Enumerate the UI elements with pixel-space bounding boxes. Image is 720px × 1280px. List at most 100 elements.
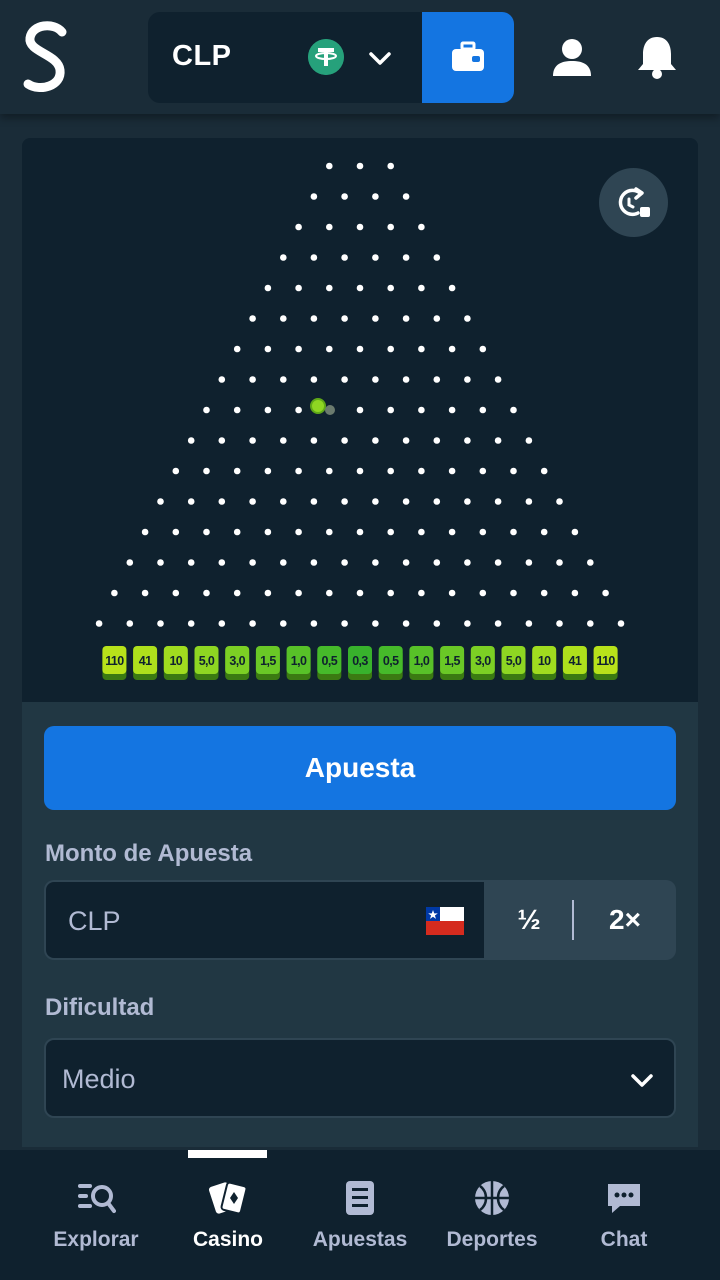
nav-item-apuestas[interactable]: Apuestas xyxy=(294,1150,426,1280)
plinko-peg xyxy=(494,437,502,444)
plinko-peg xyxy=(372,559,379,566)
multiplier-label: 5,0 xyxy=(199,654,215,668)
multiplier-bucket: 1,5 xyxy=(255,646,280,680)
multiplier-bucket: 5,0 xyxy=(501,646,526,680)
plinko-peg xyxy=(372,437,379,444)
plinko-peg xyxy=(310,620,318,627)
difficulty-value: Medio xyxy=(62,1064,136,1094)
multiplier-bucket: 10 xyxy=(532,646,557,680)
plinko-peg xyxy=(464,376,471,383)
multiplier-bucket: 0,5 xyxy=(378,646,403,680)
multiplier-label: 0,3 xyxy=(352,654,368,668)
plinko-peg xyxy=(418,589,425,597)
plinko-peg xyxy=(326,589,333,597)
stake-logo-icon[interactable] xyxy=(18,18,74,98)
plinko-peg xyxy=(326,467,333,475)
half-bet-button[interactable]: ½ xyxy=(486,880,572,960)
plinko-peg xyxy=(341,498,348,505)
chevron-down-icon xyxy=(631,1074,653,1087)
plinko-peg xyxy=(448,589,456,597)
bet-button[interactable]: Apuesta xyxy=(44,726,676,810)
plinko-peg xyxy=(356,406,364,414)
plinko-peg xyxy=(433,376,441,383)
multiplier-label: 10 xyxy=(538,654,551,668)
plinko-peg xyxy=(556,559,563,566)
plinko-peg xyxy=(341,620,348,627)
difficulty-select[interactable]: Medio xyxy=(44,1038,676,1118)
plinko-peg xyxy=(203,406,210,414)
plinko-peg xyxy=(510,406,517,414)
plinko-peg xyxy=(187,620,195,627)
multiplier-label: 110 xyxy=(105,654,124,668)
plinko-peg xyxy=(479,528,487,536)
plinko-peg xyxy=(264,406,272,414)
plinko-peg xyxy=(387,284,395,292)
nav-item-deportes[interactable]: Deportes xyxy=(426,1150,558,1280)
plinko-peg xyxy=(356,162,364,170)
plinko-peg xyxy=(341,559,348,566)
plinko-peg xyxy=(479,589,487,597)
plinko-peg xyxy=(172,467,180,475)
plinko-peg xyxy=(295,223,302,231)
plinko-peg xyxy=(372,193,379,200)
plinko-peg xyxy=(218,376,226,383)
plinko-peg xyxy=(280,376,287,383)
plinko-peg xyxy=(494,620,502,627)
chat-icon xyxy=(608,1184,640,1213)
plinko-peg xyxy=(326,284,333,292)
multiplier-label: 0,5 xyxy=(383,654,399,668)
wallet-button[interactable] xyxy=(422,12,514,103)
plinko-peg xyxy=(280,620,287,627)
multiplier-label: 41 xyxy=(139,654,152,668)
plinko-peg xyxy=(295,345,302,353)
plinko-peg xyxy=(264,528,272,536)
plinko-peg xyxy=(464,559,471,566)
plinko-peg xyxy=(249,498,256,505)
double-bet-button[interactable]: 2× xyxy=(574,880,676,960)
plinko-peg xyxy=(341,315,348,322)
plinko-peg xyxy=(157,559,164,566)
plinko-peg xyxy=(402,437,410,444)
plinko-peg xyxy=(172,528,180,536)
plinko-peg xyxy=(249,376,256,383)
plinko-peg xyxy=(203,589,210,597)
plinko-peg xyxy=(326,345,333,353)
wallet-selector: CLP xyxy=(148,12,514,103)
plinko-peg xyxy=(494,376,502,383)
plinko-peg xyxy=(295,284,302,292)
plinko-peg xyxy=(233,467,241,475)
tether-icon xyxy=(308,39,344,75)
stats-button[interactable] xyxy=(599,168,668,237)
plinko-board: 110 41 10 5,0 3,0 1,5 1,0 0,5 0,3 0,5 1,0 1,5 3,0 5,0… xyxy=(22,138,698,702)
nav-label: Chat xyxy=(600,1228,648,1251)
multiplier-bucket: 110 xyxy=(593,646,618,680)
chevron-down-icon xyxy=(369,52,391,65)
plinko-peg xyxy=(341,437,348,444)
multiplier-label: 110 xyxy=(596,654,615,668)
list-icon xyxy=(346,1181,374,1215)
plinko-peg xyxy=(587,620,594,627)
plinko-peg xyxy=(264,284,272,292)
plinko-peg xyxy=(280,437,287,444)
plinko-peg xyxy=(418,223,425,231)
top-bar: CLP xyxy=(0,0,720,114)
plinko-peg xyxy=(510,467,517,475)
amount-input[interactable]: CLP xyxy=(46,882,484,958)
plinko-peg xyxy=(402,315,410,322)
nav-label: Explorar xyxy=(53,1228,139,1251)
plinko-peg xyxy=(448,284,456,292)
plinko-peg xyxy=(372,498,379,505)
plinko-peg xyxy=(418,467,425,475)
plinko-peg xyxy=(310,559,318,566)
plinko-peg xyxy=(295,406,302,414)
difficulty-label: Dificultad xyxy=(45,994,155,1021)
plinko-peg xyxy=(233,528,241,536)
user-icon[interactable] xyxy=(550,36,594,80)
plinko-peg xyxy=(187,559,195,566)
currency-selector[interactable]: CLP xyxy=(148,12,422,103)
plinko-peg xyxy=(356,467,364,475)
nav-item-explorar[interactable]: Explorar xyxy=(30,1150,162,1280)
bell-icon[interactable] xyxy=(634,34,680,80)
nav-item-chat[interactable]: Chat xyxy=(558,1150,690,1280)
nav-item-casino[interactable]: Casino xyxy=(162,1150,294,1280)
